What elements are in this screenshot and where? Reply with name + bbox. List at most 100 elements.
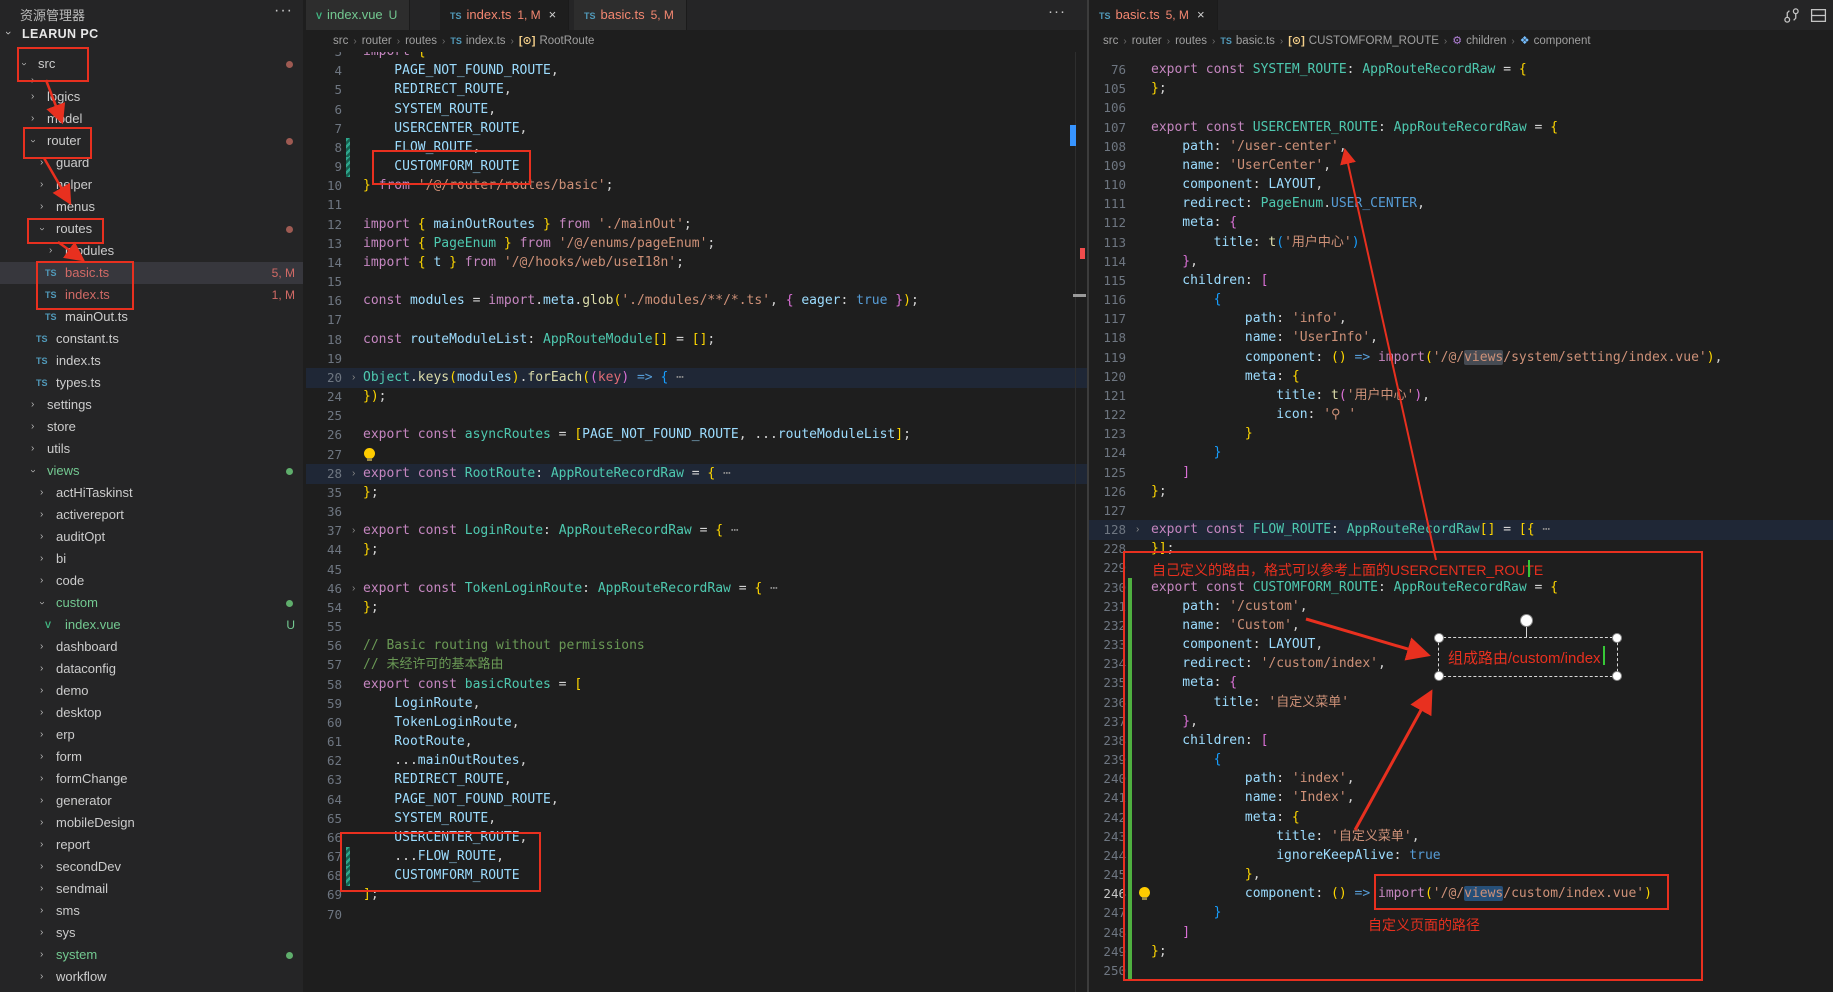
- fold-chevron-icon[interactable]: ›: [352, 579, 355, 598]
- sidebar-item-routes[interactable]: ›routes: [0, 218, 303, 240]
- sidebar-item-desktop[interactable]: ›desktop: [0, 702, 303, 724]
- breadcrumb-item[interactable]: router: [362, 35, 392, 47]
- sidebar-item-model[interactable]: ›model: [0, 108, 303, 130]
- sidebar-item-dataconfig[interactable]: ›dataconfig: [0, 658, 303, 680]
- git-added-gutter: [1128, 961, 1132, 981]
- sidebar-item-sendmail[interactable]: ›sendmail: [0, 878, 303, 900]
- fold-chevron-icon[interactable]: ›: [1136, 520, 1139, 539]
- code-line-246: component: () => import('/@/views/custom…: [1151, 884, 1652, 904]
- split-editor-icon[interactable]: [1783, 7, 1800, 29]
- code-editor-index-ts[interactable]: 3import {4 PAGE_NOT_FOUND_ROUTE,5 REDIRE…: [306, 52, 1087, 992]
- breadcrumb-item[interactable]: RootRoute: [539, 35, 594, 47]
- sidebar-item-demo[interactable]: ›demo: [0, 680, 303, 702]
- sidebar-item-index.vue[interactable]: Vindex.vueU: [0, 614, 303, 636]
- fold-chevron-icon[interactable]: ›: [352, 521, 355, 540]
- code-editor-basic-ts[interactable]: 76export const SYSTEM_ROUTE: AppRouteRec…: [1089, 52, 1833, 992]
- breadcrumb-separator: ›: [1511, 36, 1514, 47]
- sidebar-item-settings[interactable]: ›settings: [0, 394, 303, 416]
- breadcrumb-item[interactable]: CUSTOMFORM_ROUTE: [1309, 35, 1439, 47]
- breadcrumb-item[interactable]: component: [1534, 35, 1591, 47]
- sidebar-item-store[interactable]: ›store: [0, 416, 303, 438]
- sidebar-item-dashboard[interactable]: ›dashboard: [0, 636, 303, 658]
- tabbar-right: TSbasic.ts5, M×: [1089, 0, 1833, 30]
- rotation-stem: [1526, 626, 1527, 637]
- explorer-more-icon[interactable]: ···: [274, 2, 293, 20]
- sidebar-item-activereport[interactable]: ›activereport: [0, 504, 303, 526]
- breadcrumb: src›router›routes›TSbasic.ts›[⊙]CUSTOMFO…: [1089, 30, 1833, 52]
- sidebar-item-secondDev[interactable]: ›secondDev: [0, 856, 303, 878]
- sidebar-item-logics[interactable]: ›logics: [0, 86, 303, 108]
- git-added-gutter: [1128, 654, 1132, 674]
- sidebar-item-code[interactable]: ›code: [0, 570, 303, 592]
- sidebar-item-label: settings: [47, 394, 92, 416]
- sidebar-item-mobileDesign[interactable]: ›mobileDesign: [0, 812, 303, 834]
- sidebar-item-label: dataconfig: [56, 658, 116, 680]
- sidebar-item-guard[interactable]: ›guard: [0, 152, 303, 174]
- sidebar-item-label: routes: [56, 218, 92, 240]
- line-number: 45: [306, 560, 342, 579]
- line-number: 16: [306, 291, 342, 310]
- line-number: 230: [1089, 578, 1126, 597]
- code-line-128: export const FLOW_ROUTE: AppRouteRecordR…: [1151, 520, 1550, 540]
- code-line-65: SYSTEM_ROUTE,: [363, 809, 496, 829]
- sidebar-item-workflow[interactable]: ›workflow: [0, 966, 303, 988]
- sidebar-item-constant.ts[interactable]: TSconstant.ts: [0, 328, 303, 350]
- code-line-61: RootRoute,: [363, 732, 473, 752]
- breadcrumb-item[interactable]: basic.ts: [1236, 35, 1275, 47]
- line-number: 56: [306, 636, 342, 655]
- tab-basic.ts[interactable]: TSbasic.ts5, M: [574, 0, 687, 30]
- sidebar-item-menus[interactable]: ›menus: [0, 196, 303, 218]
- sidebar-item-form[interactable]: ›form: [0, 746, 303, 768]
- workspace-header[interactable]: LEARUN PC: [22, 27, 99, 41]
- breadcrumb-item[interactable]: routes: [1175, 35, 1207, 47]
- line-number: 28: [306, 464, 342, 483]
- sidebar-item-basic.ts[interactable]: TSbasic.ts5, M: [0, 262, 303, 284]
- sidebar-item-views[interactable]: ›views: [0, 460, 303, 482]
- sidebar-item-bi[interactable]: ›bi: [0, 548, 303, 570]
- sidebar-item-index.ts[interactable]: TSindex.ts: [0, 350, 303, 372]
- breadcrumb-item[interactable]: src: [1103, 35, 1118, 47]
- sidebar-item-utils[interactable]: ›utils: [0, 438, 303, 460]
- sidebar-item-report[interactable]: ›report: [0, 834, 303, 856]
- tabbar-more-icon[interactable]: ···: [1048, 3, 1066, 20]
- line-number: 238: [1089, 731, 1126, 750]
- sidebar-item-types.ts[interactable]: TStypes.ts: [0, 372, 303, 394]
- breadcrumb-item[interactable]: routes: [405, 35, 437, 47]
- sidebar-item-custom[interactable]: ›custom: [0, 592, 303, 614]
- tab-index.vue[interactable]: Vindex.vueU: [306, 0, 410, 30]
- code-line-232: name: 'Custom',: [1151, 616, 1300, 636]
- sidebar-item-system[interactable]: ›system: [0, 944, 303, 966]
- breadcrumb-item[interactable]: router: [1132, 35, 1162, 47]
- breadcrumb-item[interactable]: index.ts: [466, 35, 506, 47]
- sidebar-item-modules[interactable]: ›modules: [0, 240, 303, 262]
- sidebar-item-sys[interactable]: ›sys: [0, 922, 303, 944]
- sidebar-item-label: guard: [56, 152, 89, 174]
- breadcrumb-item[interactable]: children: [1466, 35, 1506, 47]
- sidebar-item-generator[interactable]: ›generator: [0, 790, 303, 812]
- sidebar-item-helper[interactable]: ›helper: [0, 174, 303, 196]
- breadcrumb-item[interactable]: src: [333, 35, 348, 47]
- lightbulb-icon[interactable]: [1139, 887, 1150, 898]
- close-icon[interactable]: ×: [549, 7, 557, 22]
- fold-chevron-icon[interactable]: ›: [352, 464, 355, 483]
- sidebar-item-formChange[interactable]: ›formChange: [0, 768, 303, 790]
- lightbulb-icon[interactable]: [364, 448, 375, 459]
- chevron-right-icon: ›: [31, 86, 34, 108]
- fold-chevron-icon[interactable]: ›: [352, 368, 355, 387]
- sidebar-item-router[interactable]: ›router: [0, 130, 303, 152]
- line-number: 65: [306, 809, 342, 828]
- tab-basic.ts[interactable]: TSbasic.ts5, M×: [1089, 0, 1218, 30]
- sidebar-item-index.ts[interactable]: TSindex.ts1, M: [0, 284, 303, 306]
- sidebar-item-mainOut.ts[interactable]: TSmainOut.ts: [0, 306, 303, 328]
- sidebar-item-sms[interactable]: ›sms: [0, 900, 303, 922]
- line-number: 241: [1089, 788, 1126, 807]
- close-icon[interactable]: ×: [1197, 7, 1205, 22]
- sidebar-item-actHiTaskinst[interactable]: ›actHiTaskinst: [0, 482, 303, 504]
- overview-ruler: [1075, 52, 1076, 992]
- tab-index.ts[interactable]: TSindex.ts1, M×: [440, 0, 569, 30]
- sidebar-item-label: store: [47, 416, 76, 438]
- sidebar-item-erp[interactable]: ›erp: [0, 724, 303, 746]
- layout-icon[interactable]: [1810, 7, 1827, 29]
- sidebar-item-auditOpt[interactable]: ›auditOpt: [0, 526, 303, 548]
- line-number: 105: [1089, 79, 1126, 98]
